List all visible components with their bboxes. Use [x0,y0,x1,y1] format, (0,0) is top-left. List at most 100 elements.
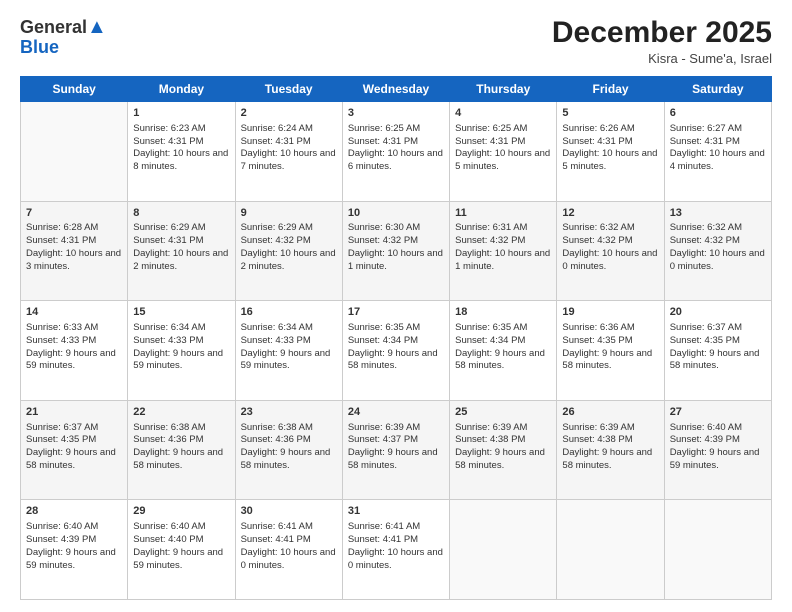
day-info: Daylight: 9 hours and 58 minutes. [348,348,444,374]
day-info: Sunset: 4:38 PM [455,434,551,447]
day-number: 12 [562,206,658,221]
day-info: Sunset: 4:35 PM [562,335,658,348]
day-info: Daylight: 9 hours and 58 minutes. [26,447,122,473]
calendar-cell [21,102,128,202]
calendar-cell: 2Sunrise: 6:24 AMSunset: 4:31 PMDaylight… [235,102,342,202]
calendar-week-row: 7Sunrise: 6:28 AMSunset: 4:31 PMDaylight… [21,201,772,301]
day-info: Sunset: 4:31 PM [670,136,766,149]
day-info: Sunrise: 6:29 AM [241,222,337,235]
day-info: Sunrise: 6:32 AM [670,222,766,235]
day-info: Sunset: 4:31 PM [455,136,551,149]
day-info: Sunset: 4:31 PM [241,136,337,149]
calendar-cell: 18Sunrise: 6:35 AMSunset: 4:34 PMDayligh… [450,301,557,401]
day-number: 20 [670,305,766,320]
calendar-cell: 16Sunrise: 6:34 AMSunset: 4:33 PMDayligh… [235,301,342,401]
day-number: 23 [241,405,337,420]
day-number: 17 [348,305,444,320]
page: General▲ Blue December 2025 Kisra - Sume… [0,0,792,612]
day-info: Daylight: 10 hours and 8 minutes. [133,148,229,174]
day-info: Daylight: 10 hours and 5 minutes. [455,148,551,174]
day-info: Sunset: 4:33 PM [241,335,337,348]
calendar-cell: 11Sunrise: 6:31 AMSunset: 4:32 PMDayligh… [450,201,557,301]
day-info: Sunset: 4:31 PM [562,136,658,149]
day-info: Daylight: 9 hours and 58 minutes. [455,348,551,374]
calendar-cell: 9Sunrise: 6:29 AMSunset: 4:32 PMDaylight… [235,201,342,301]
month-title: December 2025 [552,16,772,49]
day-info: Sunset: 4:37 PM [348,434,444,447]
day-info: Sunset: 4:31 PM [348,136,444,149]
day-info: Sunrise: 6:23 AM [133,123,229,136]
day-info: Sunset: 4:31 PM [133,136,229,149]
day-info: Daylight: 10 hours and 7 minutes. [241,148,337,174]
day-info: Sunset: 4:31 PM [26,235,122,248]
calendar-cell: 30 Sunrise: 6:41 AMSunset: 4:41 PMDayligh… [235,500,342,600]
day-info: Sunrise: 6:34 AM [133,322,229,335]
day-info: Sunrise: 6:39 AM [455,422,551,435]
day-number: 6 [670,106,766,121]
day-info: Daylight: 9 hours and 58 minutes. [562,447,658,473]
day-number: 30 [241,504,337,519]
calendar-cell: 15Sunrise: 6:34 AMSunset: 4:33 PMDayligh… [128,301,235,401]
day-info: Sunset: 4:39 PM [26,534,122,547]
day-number: 29 [133,504,229,519]
day-info: Daylight: 10 hours and 1 minute. [455,248,551,274]
col-header-saturday: Saturday [664,77,771,102]
day-info: Sunrise: 6:32 AM [562,222,658,235]
day-info: Sunrise: 6:41 AM [241,521,337,534]
day-info: Daylight: 9 hours and 58 minutes. [241,447,337,473]
location: Kisra - Sume'a, Israel [552,51,772,66]
calendar-cell: 31Sunrise: 6:41 AMSunset: 4:41 PMDayligh… [342,500,449,600]
col-header-monday: Monday [128,77,235,102]
calendar-cell: 4 Sunrise: 6:25 AMSunset: 4:31 PMDaylight… [450,102,557,202]
day-info: Daylight: 9 hours and 58 minutes. [348,447,444,473]
day-info: Sunset: 4:32 PM [670,235,766,248]
day-info: Sunrise: 6:25 AM [348,123,444,136]
day-info: Daylight: 9 hours and 59 minutes. [670,447,766,473]
day-info: Daylight: 9 hours and 58 minutes. [455,447,551,473]
day-info: Sunrise: 6:39 AM [562,422,658,435]
day-info: Sunrise: 6:40 AM [26,521,122,534]
day-info: Sunrise: 6:40 AM [133,521,229,534]
logo-general-text: General [20,17,87,37]
day-number: 8 [133,206,229,221]
calendar-cell: 29Sunrise: 6:40 AMSunset: 4:40 PMDayligh… [128,500,235,600]
day-info: Sunrise: 6:41 AM [348,521,444,534]
calendar-cell: 14Sunrise: 6:33 AMSunset: 4:33 PMDayligh… [21,301,128,401]
day-info: Sunrise: 6:28 AM [26,222,122,235]
day-info: Daylight: 10 hours and 0 minutes. [670,248,766,274]
day-info: Daylight: 10 hours and 0 minutes. [241,547,337,573]
logo-blue-text: Blue [20,37,59,57]
day-info: Sunset: 4:36 PM [133,434,229,447]
day-info: Sunset: 4:31 PM [133,235,229,248]
calendar-cell [450,500,557,600]
day-info: Sunset: 4:41 PM [241,534,337,547]
calendar-cell: 28Sunrise: 6:40 AMSunset: 4:39 PMDayligh… [21,500,128,600]
day-info: Daylight: 10 hours and 0 minutes. [348,547,444,573]
day-info: Daylight: 10 hours and 3 minutes. [26,248,122,274]
header: General▲ Blue December 2025 Kisra - Sume… [20,16,772,66]
day-info: Sunrise: 6:24 AM [241,123,337,136]
day-info: Daylight: 10 hours and 6 minutes. [348,148,444,174]
day-info: Sunrise: 6:36 AM [562,322,658,335]
day-info: Sunrise: 6:25 AM [455,123,551,136]
day-number: 16 [241,305,337,320]
calendar-cell: 23Sunrise: 6:38 AMSunset: 4:36 PMDayligh… [235,400,342,500]
day-info: Sunrise: 6:35 AM [455,322,551,335]
day-number: 11 [455,206,551,221]
calendar-cell: 17Sunrise: 6:35 AMSunset: 4:34 PMDayligh… [342,301,449,401]
calendar-week-row: 21Sunrise: 6:37 AMSunset: 4:35 PMDayligh… [21,400,772,500]
day-info: Sunset: 4:32 PM [241,235,337,248]
col-header-tuesday: Tuesday [235,77,342,102]
day-info: Daylight: 9 hours and 59 minutes. [26,348,122,374]
calendar-cell: 10Sunrise: 6:30 AMSunset: 4:32 PMDayligh… [342,201,449,301]
day-number: 4 [455,106,551,121]
day-info: Sunrise: 6:30 AM [348,222,444,235]
day-info: Daylight: 10 hours and 5 minutes. [562,148,658,174]
day-number: 14 [26,305,122,320]
logo-icon: ▲ [87,16,107,38]
day-info: Sunset: 4:41 PM [348,534,444,547]
day-info: Sunset: 4:33 PM [26,335,122,348]
calendar-cell: 24Sunrise: 6:39 AMSunset: 4:37 PMDayligh… [342,400,449,500]
day-info: Daylight: 10 hours and 0 minutes. [562,248,658,274]
day-info: Sunrise: 6:37 AM [670,322,766,335]
